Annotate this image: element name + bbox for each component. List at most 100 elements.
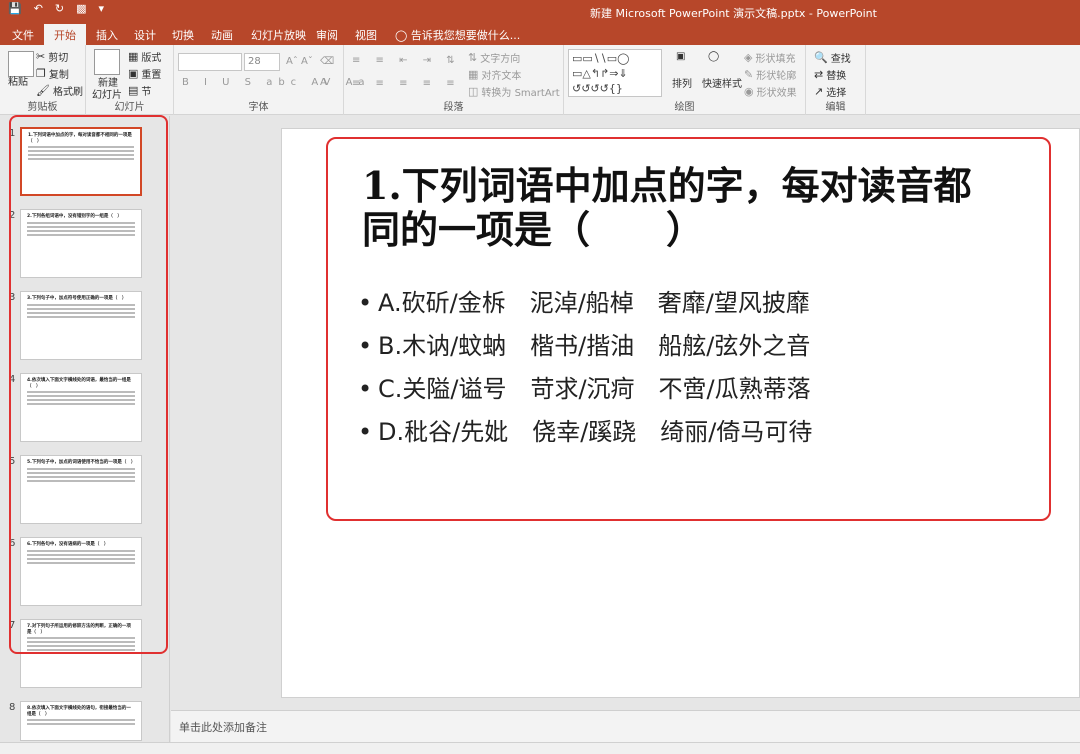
- shapes-gallery[interactable]: ▭▭∖∖▭◯ ▭△↰↱⇒⇓ ↺↺↺↺{}: [568, 49, 662, 97]
- text-direction-button[interactable]: ⇅ 文字方向: [468, 50, 520, 65]
- status-bar: [0, 742, 1080, 754]
- section-button[interactable]: ▤ 节: [128, 83, 151, 98]
- paint-bucket-icon: ◈: [744, 51, 753, 64]
- cursor-icon: ↗: [814, 85, 824, 98]
- paragraph-label: 段落: [443, 102, 464, 113]
- quick-access-toolbar: 💾 ↶ ↻ ▩ ▾: [8, 3, 104, 14]
- align-text-icon: ▦: [468, 68, 479, 81]
- font-color-icon[interactable]: A: [320, 77, 327, 88]
- customize-icon[interactable]: ▾: [99, 3, 105, 14]
- format-painter-button[interactable]: 🖌 格式刷: [36, 83, 83, 98]
- thumb-number: 1: [9, 128, 16, 139]
- slide-thumbnail-7[interactable]: 7.对下列句子所运用的修辞方法的判断，正确的一项是（ ）: [20, 619, 142, 688]
- option-a: • A.砍斫/金柝 泥淖/船棹 奢靡/望风披靡: [358, 289, 810, 317]
- smartart-icon: ◫: [468, 85, 479, 98]
- drawing-label: 绘图: [674, 102, 695, 113]
- smartart-button[interactable]: ◫ 转换为 SmartArt: [468, 84, 560, 99]
- slide-thumbnail-5[interactable]: 5.下列句子中，加点的词语使用不恰当的一项是（ ）: [20, 455, 142, 524]
- reset-icon: ▣: [128, 67, 139, 80]
- tab-home[interactable]: 开始: [44, 24, 86, 45]
- slide-thumbnail-8[interactable]: 8.依次填入下面文字横线处的语句，衔接最恰当的一组是（ ）: [20, 701, 142, 741]
- editing-label: 编辑: [825, 102, 846, 113]
- slide-thumbnail-6[interactable]: 6.下列各句中，没有语病的一项是（ ）: [20, 537, 142, 606]
- thumb-number: 7: [9, 620, 16, 631]
- font-size-combo[interactable]: 28: [244, 53, 280, 71]
- tab-transitions[interactable]: 切换: [172, 27, 194, 43]
- quick-styles-button[interactable]: 快速样式: [702, 75, 742, 90]
- paragraph-group: ≡ ≡ ⇤ ⇥ ⇅ ≡ ≡ ≡ ≡ ≡ ⇅ 文字方向 ▦ 对齐文本 ◫ 转换为 Sma…: [344, 45, 564, 115]
- thumb-number: 2: [9, 210, 16, 221]
- slide-title-line1: 1.下列词语中加点的字，每对读音都: [362, 163, 972, 208]
- slide-title-line2: 同的一项是（ ）: [362, 207, 705, 252]
- reset-button[interactable]: ▣ 重置: [128, 66, 161, 81]
- font-label: 字体: [248, 102, 269, 113]
- quick-styles-icon[interactable]: ◯: [708, 51, 719, 62]
- grow-font-icon[interactable]: Aˆ Aˇ: [286, 56, 313, 67]
- cut-button[interactable]: ✂ 剪切: [36, 49, 68, 64]
- present-icon[interactable]: ▩: [76, 3, 86, 14]
- arrange-icon[interactable]: ▣: [676, 51, 685, 62]
- clear-format-icon[interactable]: ⌫: [320, 56, 334, 67]
- undo-icon[interactable]: ↶: [34, 3, 43, 14]
- tab-design[interactable]: 设计: [134, 27, 156, 43]
- arrange-button[interactable]: 排列: [672, 75, 692, 90]
- thumb-number: 6: [9, 538, 16, 549]
- slide-thumbnail-2[interactable]: 2.下列各组词语中，没有错别字的一组是（ ）: [20, 209, 142, 278]
- list-buttons[interactable]: ≡ ≡ ⇤ ⇥ ⇅: [352, 55, 461, 66]
- tab-animations[interactable]: 动画: [211, 27, 233, 43]
- find-button[interactable]: 🔍 查找: [814, 50, 851, 65]
- shape-effects-button[interactable]: ◉ 形状效果: [744, 84, 797, 99]
- tab-insert[interactable]: 插入: [96, 27, 118, 43]
- option-b: • B.木讷/蚊蚋 楷书/揩油 船舷/弦外之音: [358, 332, 811, 360]
- font-style-buttons[interactable]: B I U S abc AV Aa: [182, 77, 371, 88]
- slide-thumbnail-3[interactable]: 3.下列句子中，加点符号使用正确的一项是（ ）: [20, 291, 142, 360]
- tell-me-search[interactable]: ◯ 告诉我您想要做什么...: [395, 27, 520, 43]
- thumb-number: 5: [9, 456, 16, 467]
- slide-thumbnail-4[interactable]: 4.依次填入下面文字横线处的词语，最恰当的一组是（ ）: [20, 373, 142, 442]
- select-button[interactable]: ↗ 选择: [814, 84, 846, 99]
- notes-pane[interactable]: 单击此处添加备注: [171, 710, 1080, 742]
- align-text-button[interactable]: ▦ 对齐文本: [468, 67, 521, 82]
- paste-button[interactable]: 粘贴: [8, 73, 28, 88]
- clipboard-label: 剪贴板: [27, 102, 58, 113]
- tab-review[interactable]: 审阅: [316, 27, 338, 43]
- slides-label: 幻灯片: [114, 102, 145, 113]
- section-icon: ▤: [128, 84, 139, 97]
- thumb-number: 3: [9, 292, 16, 303]
- font-name-combo[interactable]: [178, 53, 242, 71]
- ribbon: 粘贴 ✂ 剪切 ❐ 复制 🖌 格式刷 剪贴板 新建 幻灯片 ▦ 版式 ▣ 重置 ▤ 节 幻灯…: [0, 45, 1080, 115]
- notes-placeholder: 单击此处添加备注: [179, 721, 267, 734]
- search-icon: 🔍: [814, 51, 828, 64]
- effects-icon: ◉: [744, 85, 754, 98]
- lightbulb-icon: ◯: [395, 29, 408, 42]
- slide-thumbnails-panel[interactable]: 1 1.下列词语中加点的字，每对读音都不相同的一项是（ ） 2 2.下列各组词语…: [0, 116, 170, 742]
- slide-title[interactable]: 1.下列词语中加点的字，每对读音都 同的一项是（ ）: [362, 163, 1079, 252]
- new-slide-icon[interactable]: [94, 49, 120, 75]
- replace-button[interactable]: ⇄ 替换: [814, 67, 846, 82]
- title-bar: 💾 ↶ ↻ ▩ ▾ 新建 Microsoft PowerPoint 演示文稿.p…: [0, 0, 1080, 24]
- slide-body[interactable]: • A.砍斫/金柝 泥淖/船棹 奢靡/望风披靡 • B.木讷/蚊蚋 楷书/揩油 船舷…: [358, 282, 812, 454]
- save-icon[interactable]: 💾: [8, 3, 22, 14]
- layout-button[interactable]: ▦ 版式: [128, 49, 161, 64]
- brush-icon: 🖌: [36, 84, 50, 97]
- tab-slideshow[interactable]: 幻灯片放映: [251, 27, 306, 43]
- slides-group: 新建 幻灯片 ▦ 版式 ▣ 重置 ▤ 节 幻灯片: [86, 45, 174, 115]
- redo-icon[interactable]: ↻: [55, 3, 64, 14]
- replace-icon: ⇄: [814, 68, 824, 81]
- editing-group: 🔍 查找 ⇄ 替换 ↗ 选择 编辑: [806, 45, 866, 115]
- slide-canvas[interactable]: 1.下列词语中加点的字，每对读音都 同的一项是（ ） • A.砍斫/金柝 泥淖/船…: [281, 128, 1080, 698]
- option-c: • C.关隘/谥号 苛求/沉疴 不啻/瓜熟蒂落: [358, 375, 811, 403]
- align-buttons[interactable]: ≡ ≡ ≡ ≡ ≡: [352, 78, 461, 89]
- slide-thumbnail-1[interactable]: 1.下列词语中加点的字，每对读音都不相同的一项是（ ）: [20, 127, 142, 196]
- copy-button[interactable]: ❐ 复制: [36, 66, 69, 81]
- shape-outline-button[interactable]: ✎ 形状轮廓: [744, 67, 796, 82]
- copy-icon: ❐: [36, 67, 46, 80]
- shape-fill-button[interactable]: ◈ 形状填充: [744, 50, 795, 65]
- scissors-icon: ✂: [36, 50, 46, 63]
- option-d: • D.秕谷/先妣 侥幸/蹊跷 绮丽/倚马可待: [358, 418, 813, 446]
- tab-file[interactable]: 文件: [12, 27, 34, 43]
- layout-icon: ▦: [128, 50, 139, 63]
- drawing-group: ▭▭∖∖▭◯ ▭△↰↱⇒⇓ ↺↺↺↺{} ▣ 排列 ◯ 快速样式 ◈ 形状填充 ✎ 形状…: [564, 45, 806, 115]
- tab-view[interactable]: 视图: [355, 27, 377, 43]
- text-direction-icon: ⇅: [468, 51, 478, 64]
